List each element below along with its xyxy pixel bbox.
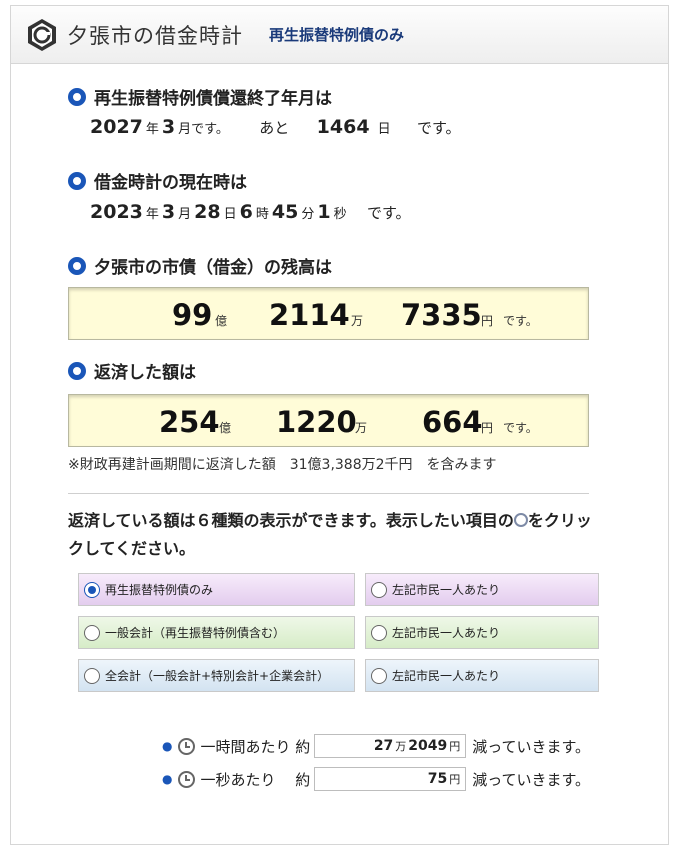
now-minute: 45 — [271, 201, 299, 223]
per-hour-value-box: 27 万 2049 円 — [314, 734, 467, 758]
current-time-line: 2023 年 3 月 28 日 6 時 45 分 1 秒 です。 — [90, 201, 411, 223]
radio-button[interactable] — [84, 624, 100, 641]
per-hour-man-unit: 万 — [395, 740, 407, 753]
remaining-prefix: あと — [259, 119, 290, 137]
now-minute-unit: 分 — [301, 207, 315, 222]
current-time-heading-text: 借金時計の現在時は — [94, 173, 247, 193]
balance-man: 2114 — [269, 298, 350, 332]
divider — [68, 493, 589, 494]
end-month-unit: 月です。 — [178, 122, 229, 137]
option-restructuring-bonds[interactable]: 再生振替特例債のみ — [78, 573, 355, 606]
option-label: 左記市民一人あたり — [392, 583, 501, 597]
end-suffix: です。 — [416, 119, 461, 137]
option-restructuring-per-capita[interactable]: 左記市民一人あたり — [365, 573, 599, 606]
repaid-yen-unit: 円 — [481, 421, 494, 435]
end-date-heading: 再生振替特例債償還終了年月は — [68, 84, 332, 109]
radio-button[interactable] — [84, 667, 100, 684]
balance-man-unit: 万 — [351, 314, 364, 328]
per-hour-yen-unit: 円 — [449, 740, 461, 753]
clock-icon — [178, 770, 196, 788]
repaid-man-unit: 万 — [355, 421, 368, 435]
bullet-icon — [68, 256, 86, 275]
now-hour-unit: 時 — [255, 207, 269, 222]
now-day-unit: 日 — [223, 207, 237, 222]
option-label: 左記市民一人あたり — [392, 669, 501, 683]
balance-oku: 99 — [172, 298, 213, 332]
per-hour-rate-row: ● 一時間あたり 約 27 万 2049 円 減っていきます。 — [162, 734, 590, 758]
remaining-days: 1464 — [316, 116, 370, 138]
display-options-instructions: 返済している額は６種類の表示ができます。表示したい項目の をクリックしてください。 — [68, 507, 598, 563]
repayment-note: ※財政再建計画期間に返済した額 31億3,388万2千円 を含みます — [68, 457, 497, 473]
balance-heading: 夕張市の市債（借金）の残高は — [68, 253, 332, 278]
instructions-text-before: 返済している額は６種類の表示ができます。表示したい項目の — [68, 511, 514, 530]
option-all-per-capita[interactable]: 左記市民一人あたり — [365, 659, 599, 692]
option-general-account[interactable]: 一般会計（再生振替特例債含む） — [78, 616, 355, 649]
repaid-yen: 664 — [422, 405, 483, 439]
radio-button[interactable] — [371, 667, 387, 684]
balance-heading-text: 夕張市の市債（借金）の残高は — [94, 258, 332, 278]
per-second-yen: 75 — [427, 771, 448, 787]
option-label: 全会計（一般会計+特別会計+企業会計） — [105, 669, 330, 683]
option-all-accounts[interactable]: 全会計（一般会計+特別会計+企業会計） — [78, 659, 355, 692]
current-time-heading: 借金時計の現在時は — [68, 168, 247, 193]
repaid-suffix: です。 — [503, 421, 538, 435]
per-second-yen-unit: 円 — [449, 773, 461, 786]
now-second-unit: 秒 — [333, 207, 347, 222]
remaining-days-unit: 日 — [377, 122, 391, 137]
radio-button[interactable] — [371, 581, 387, 598]
balance-yen-unit: 円 — [481, 314, 494, 328]
repaid-heading-text: 返済した額は — [94, 363, 196, 383]
per-second-label: 一秒あたり 約 — [200, 770, 311, 789]
now-year: 2023 — [90, 201, 143, 223]
now-month-unit: 月 — [178, 207, 192, 222]
radio-button[interactable] — [84, 581, 100, 598]
per-hour-man: 27 — [373, 738, 394, 754]
per-second-suffix: 減っていきます。 — [472, 770, 591, 789]
now-hour: 6 — [239, 201, 253, 223]
yubari-emblem-icon — [28, 19, 56, 51]
bullet-icon — [68, 361, 86, 380]
balance-amount-box: 99 億 2114 万 7335 円 です。 — [68, 287, 589, 340]
option-label: 左記市民一人あたり — [392, 626, 501, 640]
repaid-man: 1220 — [276, 405, 357, 439]
radio-button[interactable] — [371, 624, 387, 641]
bullet-icon — [68, 171, 86, 190]
per-hour-yen: 2049 — [408, 738, 448, 754]
current-mode-title: 再生振替特例債のみ — [269, 26, 405, 44]
end-year-unit: 年 — [145, 122, 159, 137]
now-month: 3 — [161, 201, 176, 223]
now-day: 28 — [194, 201, 221, 223]
end-date-line: 2027 年 3 月です。 あと 1464 日 です。 — [90, 116, 461, 138]
repaid-oku-unit: 億 — [219, 421, 232, 435]
option-label: 再生振替特例債のみ — [105, 583, 214, 597]
balance-yen: 7335 — [401, 298, 482, 332]
end-date-heading-text: 再生振替特例債償還終了年月は — [94, 89, 332, 109]
now-year-unit: 年 — [145, 207, 159, 222]
repaid-heading: 返済した額は — [68, 358, 196, 383]
now-second: 1 — [317, 201, 331, 223]
balance-oku-unit: 億 — [215, 314, 228, 328]
bullet-dot-icon: ● — [162, 772, 173, 786]
option-label: 一般会計（再生振替特例債含む） — [105, 626, 286, 640]
now-suffix: です。 — [367, 204, 411, 222]
per-hour-label: 一時間あたり 約 — [200, 737, 311, 756]
per-hour-suffix: 減っていきます。 — [472, 737, 591, 756]
header-bar: 夕張市の借金時計 再生振替特例債のみ — [11, 6, 668, 64]
balance-suffix: です。 — [503, 314, 538, 328]
radio-sample-icon — [513, 513, 528, 527]
clock-icon — [178, 737, 196, 755]
repaid-oku: 254 — [159, 405, 220, 439]
option-general-per-capita[interactable]: 左記市民一人あたり — [365, 616, 599, 649]
bullet-icon — [68, 87, 86, 106]
repaid-amount-box: 254 億 1220 万 664 円 です。 — [68, 394, 589, 447]
per-second-value-box: 75 円 — [314, 767, 467, 791]
bullet-dot-icon: ● — [162, 739, 173, 753]
site-title: 夕張市の借金時計 — [67, 24, 243, 48]
end-year: 2027 — [90, 116, 143, 138]
end-month: 3 — [161, 116, 176, 138]
per-second-rate-row: ● 一秒あたり 約 75 円 減っていきます。 — [162, 767, 590, 791]
